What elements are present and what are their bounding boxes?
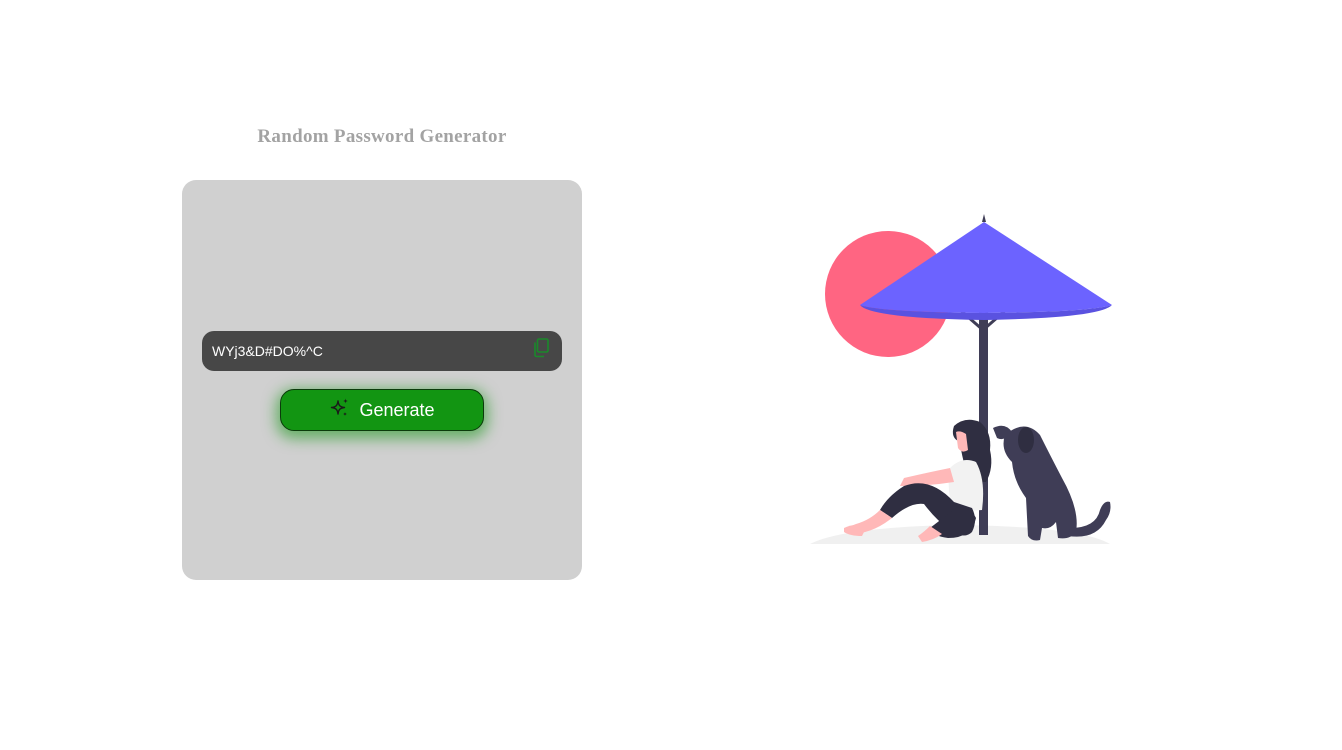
page: Random Password Generator WYj3&D#DO%^C G… — [0, 0, 1342, 750]
password-text[interactable]: WYj3&D#DO%^C — [212, 343, 530, 359]
dog-figure — [993, 425, 1111, 541]
password-output-field[interactable]: WYj3&D#DO%^C — [202, 331, 562, 371]
copy-icon[interactable] — [530, 337, 552, 359]
sparkles-icon — [329, 397, 351, 424]
woman-figure — [844, 419, 992, 542]
page-title: Random Password Generator — [257, 126, 507, 147]
generate-button-label: Generate — [359, 399, 435, 420]
generator-card: WYj3&D#DO%^C Generate — [182, 180, 582, 580]
umbrella-illustration — [800, 210, 1120, 550]
generate-button[interactable]: Generate — [280, 389, 484, 431]
